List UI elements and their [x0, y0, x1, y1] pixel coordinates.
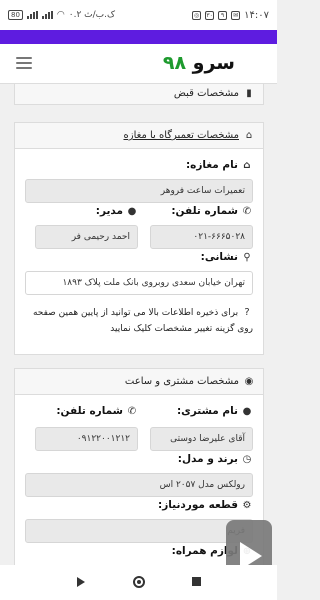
book-icon: ▮: [246, 87, 252, 99]
save-hint-text: برای ذخیره اطلاعات بالا می توانید از پای…: [32, 308, 253, 334]
shop-name-label: ⌂ نام مغازه:: [186, 159, 253, 171]
system-nav-bar: [0, 565, 277, 600]
battery-icon: 80: [8, 10, 23, 20]
signal-icon: [26, 11, 38, 19]
home-icon: ⌂: [243, 159, 251, 171]
shop-phone-label-text: شماره تلفن:: [171, 205, 238, 217]
recents-icon[interactable]: [192, 577, 201, 586]
part-label-text: قطعه موردنیاز:: [158, 499, 238, 511]
brand-label: ◷ برند و مدل:: [178, 453, 253, 465]
app-title-word: سرو: [192, 52, 235, 74]
customer-phone-label-text: شماره تلفن:: [56, 405, 123, 417]
accent-bar: [0, 30, 277, 44]
address-label: ⚲ نشانی:: [201, 251, 253, 263]
clock: ۱۴:۰۷: [244, 9, 269, 21]
shop-card-title: مشخصات تعمیرگاه یا مغازه: [123, 130, 240, 141]
signal-icon-2: [41, 11, 53, 19]
app-logo: سرو ۹۸: [163, 52, 235, 74]
receipt-card-header[interactable]: ▮ مشخصات قبض: [15, 84, 263, 104]
message-icon: ✉: [231, 10, 241, 20]
user-circle-icon: ◉: [244, 376, 254, 387]
manager-field[interactable]: احمد رحیمی فر: [35, 225, 138, 249]
gear-icon: ⚙: [242, 499, 252, 511]
customer-card-title: مشخصات مشتری و ساعت: [124, 376, 239, 387]
shop-phone-field[interactable]: ۰۲۱-۶۶۶۵۰۲۸: [150, 225, 253, 249]
manager-label: ● مدیر:: [96, 205, 138, 217]
home-button-icon[interactable]: [133, 576, 145, 588]
phone-icon: ✆: [242, 205, 252, 217]
shop-name-label-text: نام مغازه:: [185, 159, 238, 171]
shop-card-header[interactable]: ⌂ مشخصات تعمیرگاه یا مغازه: [15, 123, 263, 149]
part-field[interactable]: فریم: [25, 519, 253, 543]
network-speed: ۰.۲ ک.ب/ث: [68, 10, 116, 20]
phone-icon: ✆: [127, 405, 137, 417]
brand-field[interactable]: رولکس مدل ۲۰۵۷ اس: [25, 473, 253, 497]
map-marker-icon: ⚲: [243, 251, 251, 263]
user-icon: ●: [127, 205, 137, 217]
receipt-card: ▮ مشخصات قبض: [14, 84, 264, 105]
menu-icon-line: [16, 67, 32, 69]
customer-phone-label: ✆ شماره تلفن:: [56, 405, 138, 417]
receipt-card-title: مشخصات قبض: [173, 87, 239, 99]
address-label-text: نشانی:: [200, 251, 238, 263]
menu-icon-line: [16, 62, 32, 64]
notification-badge-2: ۳۰: [205, 10, 215, 20]
customer-name-label-text: نام مشتری:: [176, 405, 238, 417]
shop-phone-label: ✆ شماره تلفن:: [171, 205, 253, 217]
manager-label-text: مدیر:: [95, 205, 123, 217]
part-label: ⚙ قطعه موردنیاز:: [158, 499, 253, 511]
app-title-number: ۹۸: [162, 52, 187, 74]
home-icon: ⌂: [245, 130, 253, 141]
notification-icon: ◎: [192, 10, 202, 20]
brand-label-text: برند و مدل:: [177, 453, 238, 465]
save-hint: ? برای ذخیره اطلاعات بالا می توانید از پ…: [23, 305, 253, 337]
menu-icon: [16, 57, 32, 59]
clock-icon: ◷: [242, 453, 252, 465]
shop-card: ⌂ مشخصات تعمیرگاه یا مغازه ⌂ نام مغازه: …: [14, 122, 264, 355]
customer-phone-field[interactable]: ۰۹۱۲۲۰۰۱۲۱۲: [35, 427, 138, 451]
customer-card-header[interactable]: ◉ مشخصات مشتری و ساعت: [15, 369, 263, 395]
wifi-icon: ◠: [56, 10, 65, 20]
user-icon: ●: [242, 405, 252, 417]
status-bar: 80 ◠ ۰.۲ ک.ب/ث ◎ ۳۰ ۹ ✉ ۱۴:۰۷: [0, 0, 277, 30]
shop-name-field[interactable]: تعمیرات ساعت فروهر: [25, 179, 253, 203]
customer-name-label: ● نام مشتری:: [177, 405, 253, 417]
question-circle-icon: ?: [244, 307, 250, 318]
main-content: ▮ مشخصات قبض ⌂ مشخصات تعمیرگاه یا مغازه …: [0, 84, 277, 565]
customer-name-field[interactable]: آقای علیرضا دوستی: [150, 427, 253, 451]
address-field[interactable]: تهران خیابان سعدی روبروی بانک ملت پلاک ۱…: [25, 271, 253, 295]
back-icon[interactable]: [77, 577, 85, 587]
notification-badge-1: ۹: [218, 10, 228, 20]
app-bar: سرو ۹۸: [0, 44, 277, 84]
menu-button[interactable]: [16, 57, 32, 70]
